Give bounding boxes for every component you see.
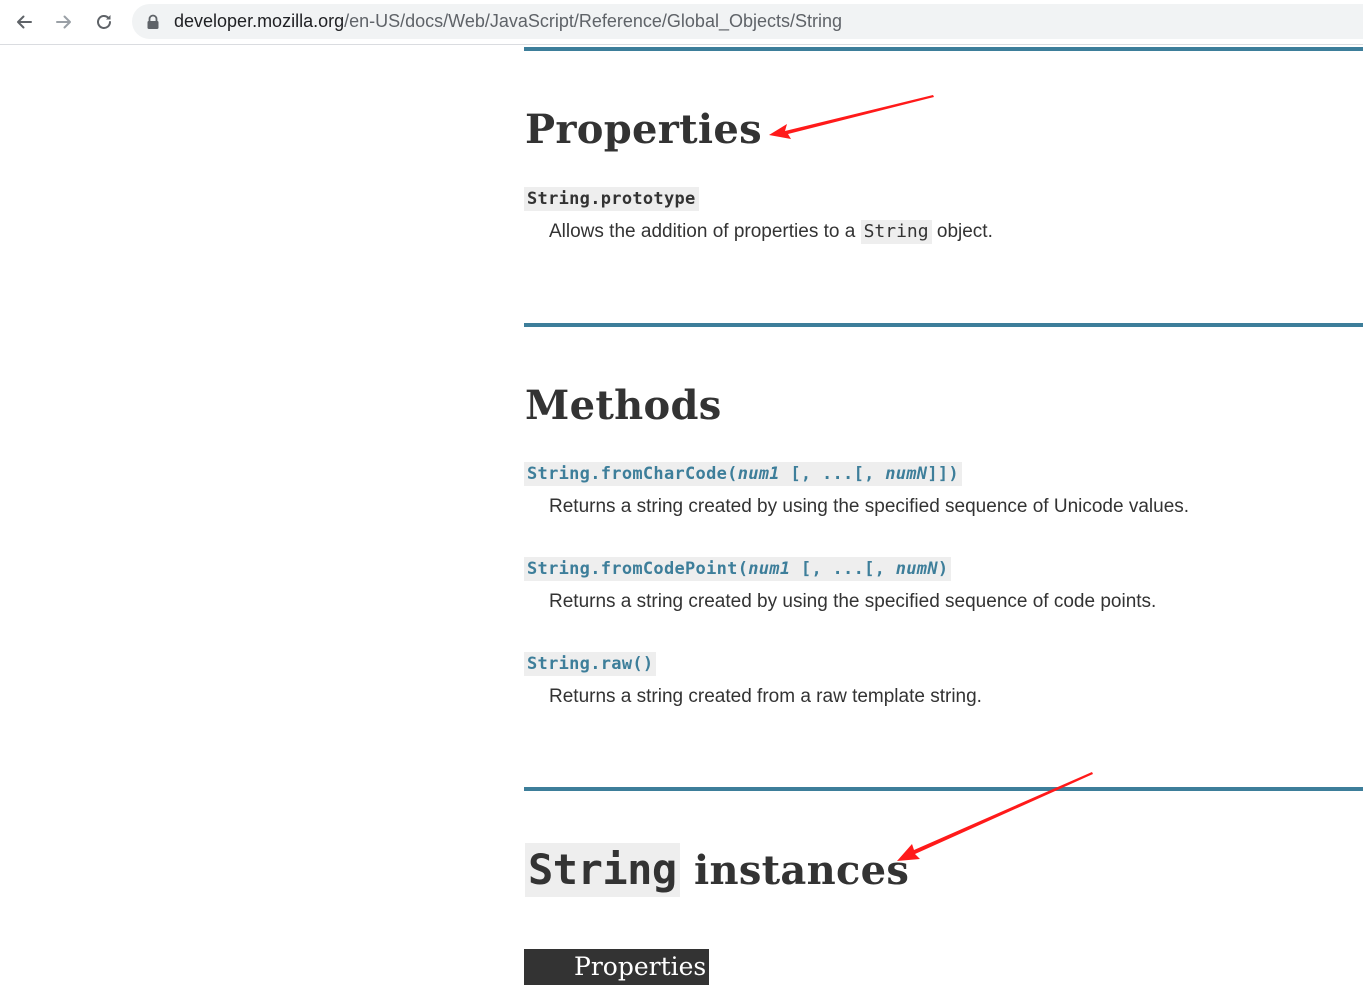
url-text: developer.mozilla.org/en-US/docs/Web/Jav… bbox=[174, 11, 842, 31]
method-syntax: ) bbox=[937, 559, 949, 579]
heading-code: String bbox=[525, 843, 680, 897]
method-name: String.fromCharCode( bbox=[527, 464, 738, 484]
description-text: object. bbox=[931, 221, 993, 242]
method-syntax: [, ...[, bbox=[779, 464, 886, 484]
method-description: Returns a string created by using the sp… bbox=[549, 496, 1190, 517]
method-link-raw[interactable]: String.raw() bbox=[524, 652, 657, 676]
arrow-right-icon bbox=[56, 15, 71, 29]
reload-icon bbox=[97, 15, 111, 29]
method-link-fromcharcode[interactable]: String.fromCharCode(num1 [, ...[, numN]]… bbox=[524, 462, 962, 486]
properties-heading: Properties bbox=[525, 106, 762, 153]
arrow-left-icon bbox=[17, 15, 32, 29]
property-description: Allows the addition of properties to a S… bbox=[549, 219, 993, 245]
method-syntax: [, ...[, bbox=[790, 559, 896, 579]
heading-text: instances bbox=[693, 847, 910, 894]
section-divider bbox=[524, 787, 1363, 791]
instance-properties-subheading: Properties bbox=[524, 949, 709, 985]
method-name: String.fromCodePoint( bbox=[527, 559, 749, 579]
address-bar[interactable]: developer.mozilla.org/en-US/docs/Web/Jav… bbox=[132, 4, 1363, 39]
method-arg: num1 bbox=[748, 559, 791, 579]
reload-button[interactable] bbox=[89, 7, 119, 37]
method-link-fromcodepoint[interactable]: String.fromCodePoint(num1 [, ...[, numN) bbox=[524, 557, 952, 581]
url-path: /en-US/docs/Web/JavaScript/Reference/Glo… bbox=[344, 11, 843, 31]
section-divider bbox=[524, 47, 1363, 51]
property-term-prototype: String.prototype bbox=[524, 187, 699, 211]
back-button[interactable] bbox=[9, 7, 39, 37]
method-description: Returns a string created from a raw temp… bbox=[549, 686, 982, 707]
method-arg: numN bbox=[885, 464, 928, 484]
method-arg: numN bbox=[895, 559, 938, 579]
url-host: developer.mozilla.org bbox=[174, 11, 345, 31]
string-instances-heading: String instances bbox=[525, 843, 909, 898]
annotation-arrow bbox=[769, 95, 934, 139]
description-text: Allows the addition of properties to a bbox=[549, 221, 861, 242]
forward-button[interactable] bbox=[49, 7, 79, 37]
lock-icon bbox=[147, 14, 159, 29]
inline-code-string: String bbox=[860, 220, 932, 244]
method-syntax: ]]) bbox=[927, 464, 959, 484]
method-description: Returns a string created by using the sp… bbox=[549, 591, 1157, 612]
browser-toolbar: developer.mozilla.org/en-US/docs/Web/Jav… bbox=[0, 0, 1363, 45]
subheading-text: Properties bbox=[574, 952, 707, 981]
method-arg: num1 bbox=[737, 464, 780, 484]
methods-heading: Methods bbox=[525, 382, 722, 429]
section-divider bbox=[524, 323, 1363, 327]
method-name: String.raw() bbox=[527, 654, 654, 674]
annotation-arrow bbox=[897, 772, 1093, 861]
